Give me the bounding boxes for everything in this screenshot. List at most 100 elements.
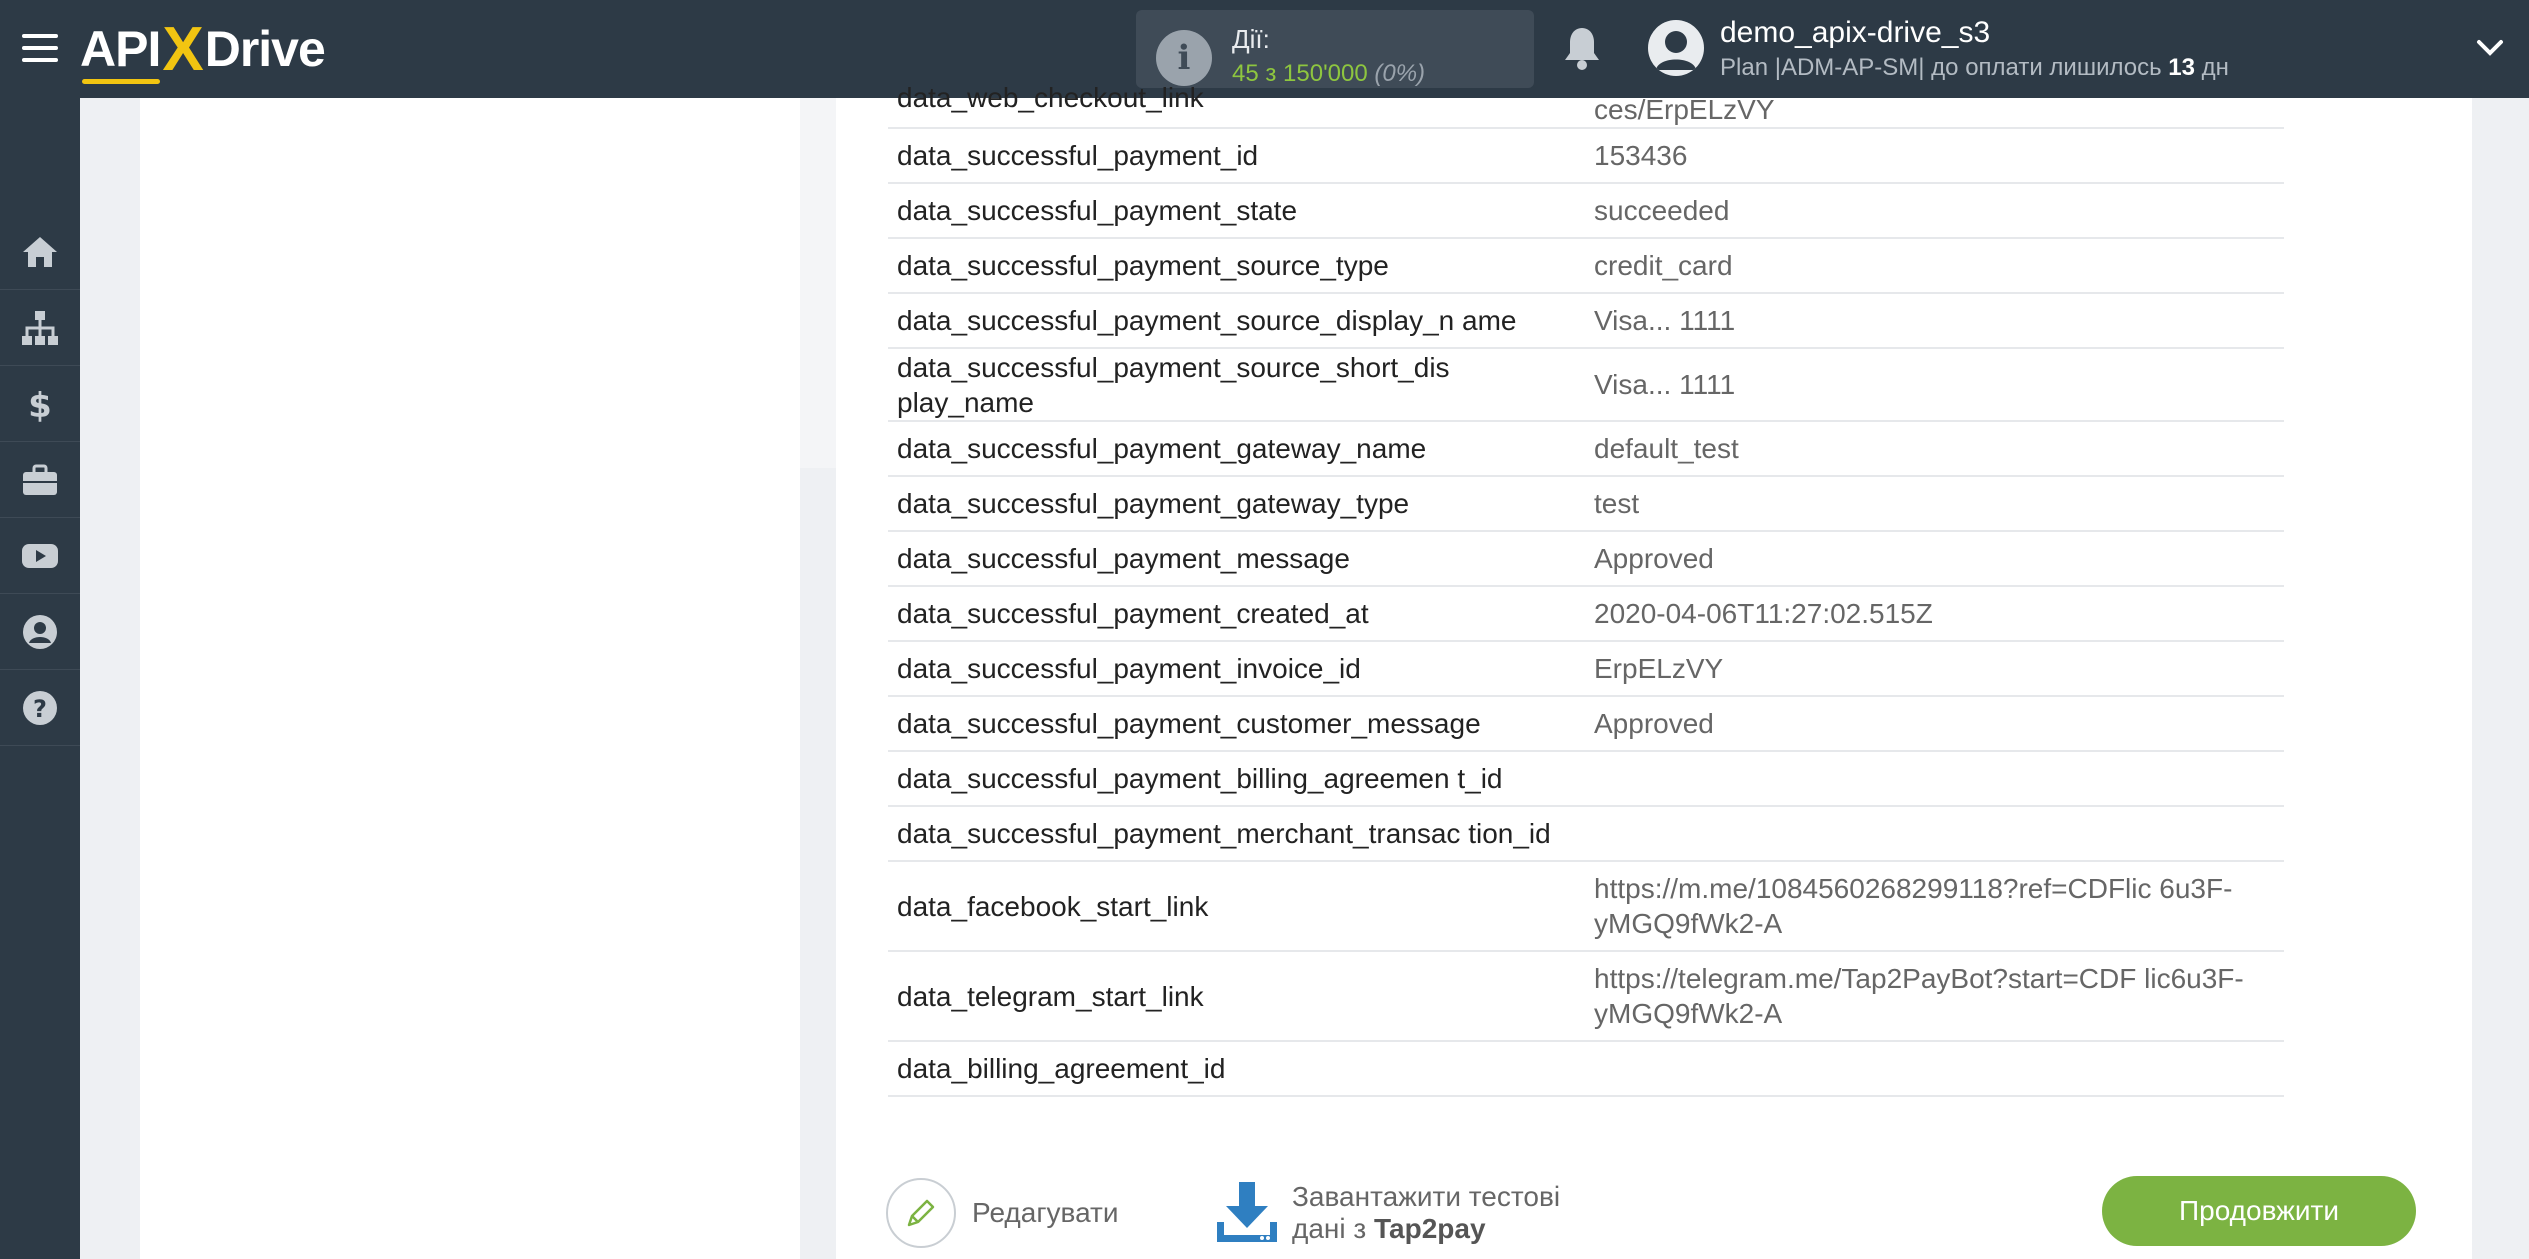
actions-label: Дії: [1232, 24, 1270, 54]
table-body: data_web_checkout_link ces/ErpELzVY data_s… [888, 80, 2284, 1097]
apix-drive-logo[interactable]: API X Drive [80, 14, 326, 84]
field-value: ErpELzVY [1585, 641, 2284, 697]
field-key: data_successful_payment_merchant_transac… [888, 806, 1585, 862]
user-name[interactable]: demo_apix-drive_s3 [1720, 16, 1990, 50]
field-key: data_successful_payment_gateway_name [888, 421, 1585, 477]
field-value: test [1585, 476, 2284, 532]
field-key: data_successful_payment_gateway_type [888, 476, 1585, 532]
field-key: data_facebook_start_link [888, 861, 1585, 952]
plan-days-unit: дн [2201, 54, 2229, 81]
bell-icon[interactable] [1562, 26, 1602, 70]
logo-api-text: API [80, 21, 161, 84]
panel-gap [800, 98, 836, 468]
user-icon [23, 614, 57, 649]
table-row: data_telegram_start_link https://telegram… [888, 951, 2284, 1042]
field-key: data_successful_payment_source_type [888, 238, 1585, 294]
avatar[interactable] [1648, 20, 1704, 76]
table-row: data_successful_payment_gateway_type test [888, 476, 2284, 532]
field-key: data_successful_payment_id [888, 128, 1585, 184]
field-value [1585, 806, 2284, 862]
sitemap-icon [22, 310, 58, 345]
sidebar-item-connections[interactable] [0, 290, 80, 366]
download-label: Завантажити тестові дані з Tap2pay [1292, 1181, 1560, 1245]
help-icon: ? [23, 690, 57, 725]
table-row: data_successful_payment_customer_message… [888, 696, 2284, 752]
sidebar-item-account[interactable] [0, 594, 80, 670]
edit-circle [886, 1178, 956, 1248]
youtube-icon [22, 543, 58, 568]
table-row: data_web_checkout_link ces/ErpELzVY [888, 80, 2284, 129]
field-value: Approved [1585, 531, 2284, 587]
field-value [1585, 751, 2284, 807]
download-prefix: дані з [1292, 1213, 1367, 1244]
table-row: data_successful_payment_message Approved [888, 531, 2284, 587]
info-icon: i [1156, 30, 1212, 86]
sidebar-item-projects[interactable] [0, 442, 80, 518]
field-key: data_telegram_start_link [888, 951, 1585, 1042]
user-avatar-icon [1656, 31, 1696, 70]
table-row: data_successful_payment_billing_agreemen… [888, 751, 2284, 807]
sidebar-item-home[interactable] [0, 214, 80, 290]
home-icon [23, 236, 57, 267]
field-value: 2020-04-06T11:27:02.515Z [1585, 586, 2284, 642]
field-value: https://telegram.me/Tap2PayBot?start=CDF… [1585, 951, 2284, 1042]
user-plan: Plan |ADM-AP-SM| до оплати лишилось 13 д… [1720, 54, 2229, 82]
logo-drive-text: Drive [204, 21, 326, 77]
table-row: data_successful_payment_state succeeded [888, 183, 2284, 239]
plan-days: 13 [2168, 54, 2195, 81]
field-value: https://m.me/1084560268299118?ref=CDFlic… [1585, 861, 2284, 952]
download-test-data-button[interactable]: Завантажити тестові дані з Tap2pay [1214, 1176, 1560, 1250]
field-key: data_billing_agreement_id [888, 1041, 1585, 1097]
field-key: data_successful_payment_billing_agreemen… [888, 751, 1585, 807]
table-row: data_facebook_start_link https://m.me/108… [888, 861, 2284, 952]
menu-icon[interactable] [22, 34, 58, 64]
left-panel [140, 98, 800, 1259]
svg-text:$: $ [28, 386, 52, 424]
field-value: 153436 [1585, 128, 2284, 184]
chevron-down-icon[interactable] [2476, 38, 2504, 58]
table-row: data_successful_payment_source_display_n… [888, 293, 2284, 349]
field-value: succeeded [1585, 183, 2284, 239]
edit-button[interactable]: Редагувати [886, 1176, 1119, 1250]
field-key: data_successful_payment_state [888, 183, 1585, 239]
field-key: data_successful_payment_message [888, 531, 1585, 587]
edit-label: Редагувати [972, 1197, 1119, 1228]
download-line2: дані з Tap2pay [1292, 1213, 1560, 1245]
field-value: Visa... 1111 [1585, 293, 2284, 349]
field-value [1585, 1041, 2284, 1097]
field-key: data_successful_payment_customer_message [888, 696, 1585, 752]
download-icon [1217, 1182, 1277, 1242]
field-value: Visa... 1111 [1585, 348, 2284, 422]
continue-button[interactable]: Продовжити [2102, 1176, 2416, 1246]
download-line1: Завантажити тестові [1292, 1181, 1561, 1212]
table-row: data_successful_payment_created_at 2020-0… [888, 586, 2284, 642]
logo-x-text: X [162, 14, 203, 84]
field-value: ces/ErpELzVY [1585, 80, 2284, 129]
field-key: data_successful_payment_created_at [888, 586, 1585, 642]
pencil-icon [907, 1199, 935, 1227]
field-key: data_successful_payment_source_short_dis… [888, 348, 1585, 422]
table-row: data_successful_payment_invoice_id ErpELz… [888, 641, 2284, 697]
table-row: data_billing_agreement_id [888, 1041, 2284, 1097]
sidebar-item-billing[interactable]: $ [0, 366, 80, 442]
actions-counter[interactable]: i Дії: 45 з 150'000 (0%) [1136, 10, 1534, 88]
download-source: Tap2pay [1374, 1213, 1486, 1244]
sidebar-item-help[interactable]: ? [0, 670, 80, 746]
table-row: data_successful_payment_source_type credi… [888, 238, 2284, 294]
field-key: data_successful_payment_invoice_id [888, 641, 1585, 697]
field-key: data_successful_payment_source_display_n… [888, 293, 1585, 349]
field-key: data_web_checkout_link [888, 80, 1585, 129]
plan-text: Plan |ADM-AP-SM| до оплати лишилось [1720, 54, 2162, 81]
field-value: default_test [1585, 421, 2284, 477]
sidebar-item-video[interactable] [0, 518, 80, 594]
table-row: data_successful_payment_gateway_name defa… [888, 421, 2284, 477]
table-row: data_successful_payment_source_short_dis… [888, 348, 2284, 422]
table-row: data_successful_payment_merchant_transac… [888, 806, 2284, 862]
sidebar: $ ? [0, 98, 80, 1259]
field-value: Approved [1585, 696, 2284, 752]
svg-text:?: ? [33, 695, 47, 723]
field-value: credit_card [1585, 238, 2284, 294]
table-row: data_successful_payment_id 153436 [888, 128, 2284, 184]
dollar-icon: $ [28, 386, 52, 424]
test-data-table: data_web_checkout_link ces/ErpELzVY data_s… [888, 80, 2284, 1097]
